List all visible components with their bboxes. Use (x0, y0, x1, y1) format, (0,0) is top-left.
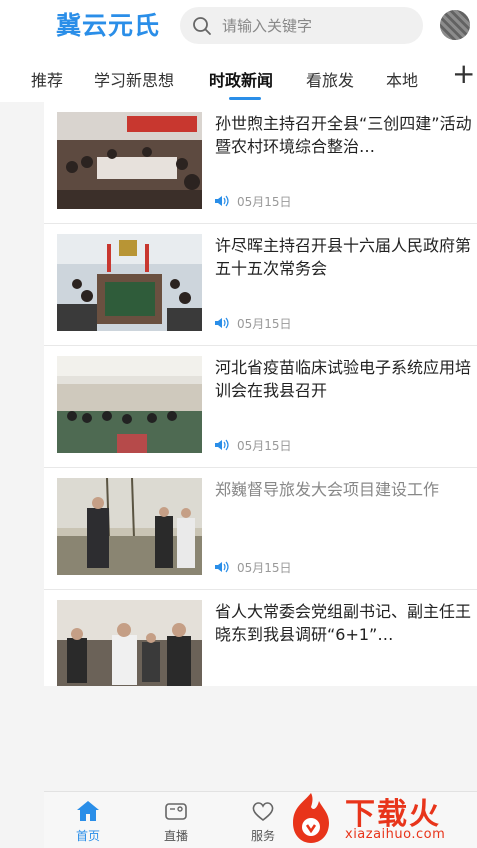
speaker-icon (215, 439, 229, 451)
news-title: 省人大常委会党组副书记、副主任王晓东到我县调研“6+1”… (215, 602, 472, 644)
tab-politics-news[interactable]: 时政新闻 (209, 67, 273, 91)
news-thumbnail (57, 600, 202, 686)
search-icon (193, 17, 211, 35)
news-date: 05月15日 (237, 439, 292, 453)
watermark-url: xiazaihuo.com (345, 827, 446, 842)
news-item[interactable]: 河北省疫苗临床试验电子系统应用培训会在我县召开 05月15日 (44, 346, 477, 468)
tab-recommend[interactable]: 推荐 (31, 67, 63, 91)
watermark: 下载火 xiazaihuo.com (283, 783, 477, 848)
nav-home-label: 首页 (75, 829, 100, 843)
news-item[interactable]: 孙世煦主持召开全县“三创四建”活动暨农村环境综合整治… 05月15日 (44, 102, 477, 224)
nav-home[interactable]: 首页 (58, 798, 118, 846)
news-thumbnail (57, 234, 202, 331)
news-title: 孙世煦主持召开全县“三创四建”活动暨农村环境综合整治… (215, 114, 472, 156)
news-date: 05月15日 (237, 561, 292, 575)
nav-live[interactable]: 直播 (146, 798, 206, 846)
news-item[interactable]: 郑巍督导旅发大会项目建设工作 05月15日 (44, 468, 477, 590)
news-title: 河北省疫苗临床试验电子系统应用培训会在我县召开 (215, 358, 472, 400)
tab-tourism[interactable]: 看旅发 (306, 67, 354, 91)
add-channel-icon[interactable]: + (452, 60, 475, 88)
tab-local[interactable]: 本地 (386, 67, 418, 91)
tab-study[interactable]: 学习新思想 (94, 67, 174, 91)
news-thumbnail (57, 478, 202, 575)
news-list: 孙世煦主持召开全县“三创四建”活动暨农村环境综合整治… 05月15日 许尽晖主持… (44, 102, 477, 686)
news-thumbnail (57, 112, 202, 209)
news-item[interactable]: 省人大常委会党组副书记、副主任王晓东到我县调研“6+1”… (44, 590, 477, 686)
news-thumbnail (57, 356, 202, 453)
app-logo: 冀云元氏 (56, 11, 161, 40)
news-item[interactable]: 许尽晖主持召开县十六届人民政府第五十五次常务会 05月15日 (44, 224, 477, 346)
search-bar[interactable]: 请输入关键字 (180, 7, 423, 44)
heart-icon (252, 802, 274, 822)
channel-tabs: 推荐 学习新思想 时政新闻 看旅发 本地 + (0, 52, 477, 102)
search-placeholder: 请输入关键字 (222, 17, 313, 35)
home-icon (77, 801, 99, 821)
news-date: 05月15日 (237, 195, 292, 209)
active-tab-indicator (229, 97, 261, 100)
speaker-icon (215, 561, 229, 573)
news-date: 05月15日 (237, 317, 292, 331)
speaker-icon (215, 317, 229, 329)
camera-icon (165, 803, 187, 820)
news-title: 郑巍督导旅发大会项目建设工作 (215, 480, 440, 499)
user-avatar[interactable] (440, 10, 470, 40)
speaker-icon (215, 195, 229, 207)
news-title: 许尽晖主持召开县十六届人民政府第五十五次常务会 (215, 236, 472, 278)
top-header: 冀云元氏 请输入关键字 (0, 0, 477, 52)
flame-logo-icon (293, 793, 329, 843)
nav-live-label: 直播 (163, 829, 188, 843)
